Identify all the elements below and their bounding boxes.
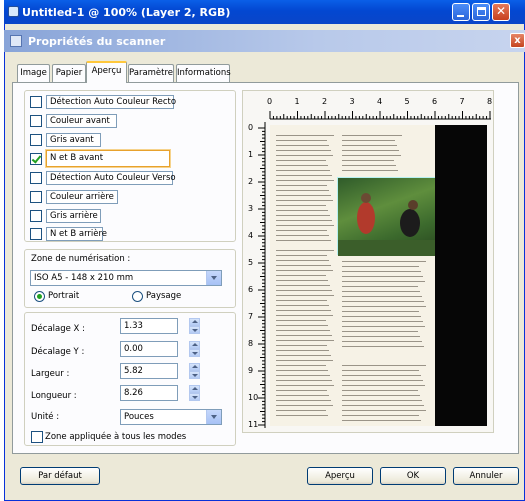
tab-papier[interactable]: Papier <box>52 64 86 82</box>
option-gris-arriere[interactable]: Gris arrière <box>46 209 101 223</box>
decalage-x-label: Décalage X : <box>31 324 85 334</box>
zone-select-value: ISO A5 - 148 x 210 mm <box>34 273 134 283</box>
tab-informations[interactable]: Informations <box>176 64 231 82</box>
checkbox-n-et-b-arriere[interactable] <box>30 228 42 240</box>
unite-select-value: Pouces <box>124 412 154 422</box>
ruler-top-numbers: 0 1 2 3 4 5 6 7 8 <box>248 96 493 110</box>
scan-black-area <box>435 125 487 426</box>
decalage-y-stepper[interactable] <box>189 341 200 357</box>
tab-parametre[interactable]: Paramètre <box>128 64 174 82</box>
option-couleur-avant[interactable]: Couleur avant <box>46 114 117 128</box>
ruler-top-number: 0 <box>267 97 273 106</box>
zone-select[interactable]: ISO A5 - 148 x 210 mm <box>30 270 222 286</box>
checkbox-n-et-b-avant[interactable] <box>30 153 42 165</box>
ruler-left-number: 5 <box>248 258 254 267</box>
ruler-left-number: 10 <box>248 393 259 402</box>
ruler-left-number: 3 <box>248 204 254 213</box>
paysage-label: Paysage <box>146 291 182 301</box>
ruler-left-number: 2 <box>248 177 254 186</box>
decalage-y-label: Décalage Y : <box>31 347 85 357</box>
decalage-y-input[interactable]: 0.00 <box>120 341 178 357</box>
annuler-button[interactable]: Annuler <box>453 467 519 485</box>
radio-portrait[interactable] <box>34 291 45 302</box>
minimize-button[interactable] <box>452 3 470 21</box>
option-n-et-b-avant[interactable]: N et B avant <box>46 150 170 167</box>
option-detection-auto-verso[interactable]: Détection Auto Couleur Verso <box>46 171 176 185</box>
ruler-left-number: 4 <box>248 231 254 240</box>
scanned-page <box>270 125 435 426</box>
option-couleur-arriere[interactable]: Couleur arrière <box>46 190 118 204</box>
default-button[interactable]: Par défaut <box>20 467 100 485</box>
ruler-top-number: 2 <box>322 97 328 106</box>
largeur-stepper[interactable] <box>189 363 200 379</box>
ruler-left-number: 1 <box>248 150 254 159</box>
checkbox-zone-all[interactable] <box>31 431 43 443</box>
maximize-button[interactable] <box>472 3 490 21</box>
ruler-top-number: 8 <box>487 97 493 106</box>
ruler-left-number: 6 <box>248 285 254 294</box>
scanner-icon <box>10 35 22 47</box>
option-n-et-b-arriere[interactable]: N et B arrière <box>46 227 107 241</box>
window-title: Untitled-1 @ 100% (Layer 2, RGB) <box>4 0 525 24</box>
tab-image[interactable]: Image <box>17 64 50 82</box>
unite-label: Unité : <box>31 412 60 422</box>
largeur-label: Largeur : <box>31 369 70 379</box>
ruler-left-number: 7 <box>248 312 254 321</box>
ruler-left-number: 9 <box>248 366 254 375</box>
apercu-button[interactable]: Aperçu <box>307 467 373 485</box>
ok-button[interactable]: OK <box>380 467 446 485</box>
ruler-left-number: 11 <box>248 420 259 429</box>
checkbox-detection-auto-recto[interactable] <box>30 96 42 108</box>
ruler-top-number: 1 <box>294 97 300 106</box>
portrait-label: Portrait <box>48 291 80 301</box>
ruler-left-numbers: 0 1 2 3 4 5 6 7 8 9 10 11 <box>248 122 262 429</box>
ruler-top-number: 6 <box>432 97 438 106</box>
largeur-input[interactable]: 5.82 <box>120 363 178 379</box>
ruler-top-number: 3 <box>349 97 355 106</box>
zone-label: Zone de numérisation : <box>31 254 131 264</box>
checkbox-couleur-arriere[interactable] <box>30 191 42 203</box>
longueur-stepper[interactable] <box>189 385 200 401</box>
decalage-x-input[interactable]: 1.33 <box>120 318 178 334</box>
checkbox-gris-avant[interactable] <box>30 134 42 146</box>
photoshop-icon <box>8 6 19 17</box>
dialog-title: Propriétés du scanner <box>4 30 525 52</box>
checkbox-couleur-avant[interactable] <box>30 115 42 127</box>
chevron-down-icon <box>206 410 221 424</box>
checkbox-detection-auto-verso[interactable] <box>30 172 42 184</box>
option-detection-auto-recto[interactable]: Détection Auto Couleur Recto <box>46 95 176 109</box>
radio-paysage[interactable] <box>132 291 143 302</box>
chevron-down-icon <box>206 271 221 285</box>
decalage-x-stepper[interactable] <box>189 318 200 334</box>
zone-all-label: Zone appliquée à tous les modes <box>45 432 187 442</box>
ruler-top-number: 4 <box>377 97 383 106</box>
dialog-close-button[interactable]: x <box>510 33 525 48</box>
longueur-label: Longueur : <box>31 391 77 401</box>
ruler-left-number: 0 <box>248 123 254 132</box>
unite-select[interactable]: Pouces <box>120 409 222 425</box>
scanned-photo <box>337 177 437 256</box>
tab-apercu[interactable]: Aperçu <box>86 61 127 83</box>
longueur-input[interactable]: 8.26 <box>120 385 178 401</box>
ruler-top-number: 5 <box>404 97 410 106</box>
ruler-left-number: 8 <box>248 339 254 348</box>
ruler-top-number: 7 <box>459 97 465 106</box>
window-close-button[interactable]: ✕ <box>492 3 510 21</box>
option-gris-avant[interactable]: Gris avant <box>46 133 101 147</box>
checkbox-gris-arriere[interactable] <box>30 210 42 222</box>
